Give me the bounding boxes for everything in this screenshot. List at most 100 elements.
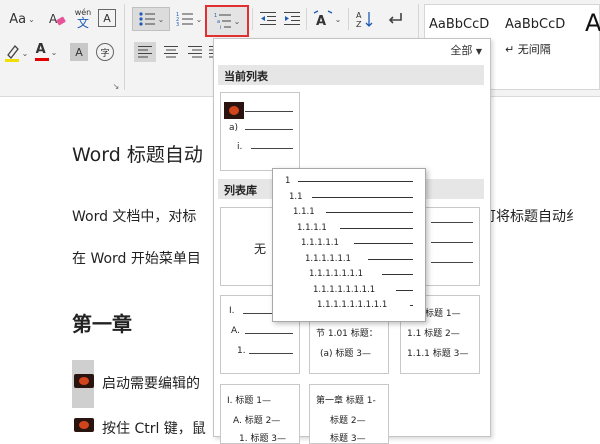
- current-list-section-header: 当前列表: [218, 65, 484, 85]
- level1-label: I. 标题 1—: [227, 396, 271, 406]
- none-label: 无: [254, 242, 267, 256]
- level2-label: a): [229, 123, 239, 133]
- sort-icon: AZ: [356, 11, 373, 28]
- align-right-button[interactable]: [184, 42, 206, 62]
- list-preview-tooltip: 1 1.1 1.1.1 1.1.1.1 1.1.1.1.1 1.1.1.1.1.1 1.1.…: [272, 168, 426, 322]
- chevron-down-icon: ⌄: [50, 47, 58, 57]
- svg-text:A: A: [356, 11, 362, 20]
- align-center-button[interactable]: [160, 42, 182, 62]
- phonetic-guide-button[interactable]: wén 文: [72, 6, 94, 32]
- font-color-icon: A: [34, 42, 49, 62]
- level1-image-icon: [224, 102, 244, 119]
- chapter-heading: 第一章: [72, 312, 132, 336]
- list-style-roman-heading[interactable]: I. 标题 1— A. 标题 2— 1. 标题 3—: [220, 384, 300, 444]
- enclosed-char-glyph: 字: [100, 48, 110, 59]
- style-preview: AaBbCcD: [429, 17, 490, 32]
- level3-label: i.: [237, 142, 243, 152]
- chevron-down-icon: ⌄: [21, 48, 29, 58]
- preview-level-line: [298, 181, 413, 182]
- multilevel-list-button[interactable]: 1 a i ⌄: [205, 5, 249, 37]
- style-heading-1[interactable]: A: [585, 9, 600, 59]
- chevron-down-icon: ⌄: [195, 14, 203, 24]
- preview-level-row: 1: [285, 175, 413, 187]
- paragraph-1-tail: 可将标题自动纟: [482, 209, 580, 225]
- triangle-down-icon: ▼: [475, 47, 482, 56]
- chevron-down-icon: ⌄: [28, 14, 35, 24]
- current-list-label: 当前列表: [224, 70, 268, 83]
- preview-level-row: 1.1: [289, 191, 413, 203]
- level3-label: 1.: [237, 346, 246, 356]
- level1-label: 第一章 标题 1-: [316, 396, 376, 406]
- preview-level-line: [354, 243, 413, 244]
- font-dialog-launcher-icon[interactable]: ↘: [110, 80, 122, 92]
- filter-all-dropdown[interactable]: 全部 ▼: [450, 42, 482, 58]
- level2-label: 节 1.01 标题：: [316, 329, 378, 339]
- level3-label: 1.1.1 标题 3—: [407, 349, 469, 359]
- preview-level-line: [312, 196, 413, 198]
- preview-level-line: [410, 305, 413, 306]
- document-heading: Word 标题自动: [72, 144, 203, 166]
- preview-level-row: 1.1.1.1: [297, 222, 413, 234]
- preview-level-label: 1.1: [289, 191, 303, 202]
- preview-level-label: 1.1.1.1.1.1.1.1.1: [317, 300, 388, 310]
- multilevel-list-icon: 1ai: [214, 13, 231, 30]
- align-left-button[interactable]: [134, 42, 156, 62]
- preview-level-label: 1.1.1.1.1.1.1: [309, 269, 364, 279]
- filter-all-label: 全部: [450, 44, 473, 57]
- paragraph-mark-icon: [388, 13, 402, 24]
- bullets-icon: [139, 12, 155, 26]
- current-list-item[interactable]: a) i.: [220, 92, 300, 171]
- group-separator: [252, 8, 253, 30]
- highlight-color-swatch: [4, 59, 19, 62]
- character-border-button[interactable]: A: [98, 9, 116, 27]
- font-color-swatch: [34, 58, 49, 61]
- align-left-icon: [138, 46, 152, 58]
- clear-formatting-icon: A: [49, 12, 66, 26]
- increase-indent-button[interactable]: [282, 9, 302, 29]
- paragraph-1: Word 文档中，对标: [72, 209, 197, 225]
- font-size-dropdown[interactable]: Aa ⌄: [4, 8, 40, 30]
- align-right-icon: [188, 46, 202, 58]
- preview-level-label: 1.1.1.1.1.1.1.1: [313, 284, 376, 295]
- clear-formatting-button[interactable]: A: [46, 8, 68, 30]
- level1-label: I.: [229, 306, 235, 316]
- svg-text:i: i: [220, 25, 221, 30]
- font-size-glyph: Aa: [9, 11, 27, 27]
- step-image-1: [74, 374, 94, 388]
- chevron-down-icon: ⌄: [233, 16, 241, 26]
- align-center-icon: [164, 46, 178, 58]
- level3-label: 1. 标题 3—: [239, 434, 287, 444]
- preview-level-label: 1.1.1.1: [297, 222, 327, 233]
- text-effects-icon: A: [313, 10, 332, 28]
- font-color-button[interactable]: A ⌄: [32, 40, 60, 64]
- sort-button[interactable]: AZ: [354, 8, 376, 30]
- preview-level-row: 1.1.1.1.1: [301, 237, 413, 249]
- preview-level-line: [396, 289, 413, 291]
- style-no-spacing[interactable]: AaBbCcD ↵ 无间隔: [505, 17, 587, 67]
- numbering-button[interactable]: 1 2 3 ⌄: [174, 7, 204, 31]
- preview-level-label: 1.1.1: [293, 207, 315, 217]
- enclose-characters-button[interactable]: 字: [96, 43, 114, 61]
- font-color-glyph: A: [35, 42, 46, 57]
- list-style-chapter[interactable]: 第一章 标题 1- 标题 2— 标题 3—: [309, 384, 389, 444]
- character-shading-button[interactable]: A: [70, 43, 88, 61]
- chevron-down-icon: ⌄: [334, 14, 342, 24]
- level2-label: 标题 2—: [330, 416, 366, 426]
- preview-level-label: 1: [285, 176, 291, 186]
- preview-level-row: 1.1.1.1.1.1.1: [309, 268, 413, 280]
- step-1-text: 启动需要编辑的: [102, 376, 200, 392]
- highlighter-icon: [4, 45, 19, 62]
- highlight-color-button[interactable]: ⌄: [2, 42, 30, 64]
- group-separator: [306, 8, 307, 30]
- list-library-label: 列表库: [224, 184, 257, 197]
- decrease-indent-button[interactable]: [258, 9, 278, 29]
- style-preview: A: [585, 9, 600, 37]
- show-paragraph-marks-button[interactable]: [384, 8, 406, 30]
- text-direction-button[interactable]: A ⌄: [310, 7, 344, 31]
- bullets-button[interactable]: ⌄: [132, 7, 170, 31]
- step-2-text: 按住 Ctrl 键，鼠: [102, 421, 206, 437]
- level2-label: A.: [231, 326, 240, 336]
- preview-level-line: [326, 212, 413, 213]
- preview-level-label: 1.1.1.1.1.1: [305, 253, 351, 264]
- level1-label: 标题 1—: [425, 309, 461, 319]
